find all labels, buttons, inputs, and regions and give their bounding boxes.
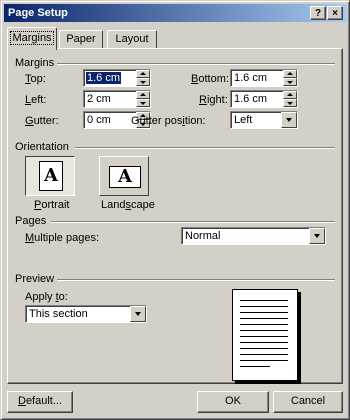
left-margin-spinner[interactable] (136, 91, 150, 107)
landscape-option[interactable]: A (99, 156, 149, 196)
spin-down-icon (283, 99, 297, 107)
multiple-pages-select[interactable]: Normal (181, 227, 326, 245)
multiple-pages-value: Normal (185, 230, 221, 242)
bottom-label: Bottom: (191, 73, 229, 85)
margins-separator (57, 63, 335, 65)
tab-margins[interactable]: Margins (7, 27, 57, 50)
bottom-margin-input[interactable]: 1.6 cm (230, 69, 298, 87)
pages-separator (51, 221, 335, 223)
portrait-option[interactable]: A (25, 156, 75, 196)
spin-up-icon (136, 91, 150, 99)
gutter-value: 0 cm (87, 114, 111, 126)
orientation-separator (75, 147, 335, 149)
chevron-down-icon[interactable] (309, 228, 325, 244)
left-margin-input[interactable]: 2 cm (83, 90, 151, 108)
margins-section-title: Margins (15, 57, 55, 69)
landscape-label: Landscape (101, 199, 155, 211)
left-label: Left: (25, 94, 47, 106)
bottom-margin-spinner[interactable] (283, 70, 297, 86)
portrait-label: Portrait (34, 199, 70, 211)
close-icon: × (332, 8, 338, 19)
preview-section-title: Preview (15, 273, 55, 285)
preview-separator (57, 279, 335, 281)
help-button[interactable]: ? (310, 6, 326, 20)
cancel-button[interactable]: Cancel (273, 391, 343, 413)
tab-paper[interactable]: Paper (59, 30, 103, 49)
apply-to-value: This section (29, 308, 88, 320)
spin-down-icon (136, 78, 150, 86)
multiple-pages-label: Multiple pages: (25, 232, 99, 244)
tab-layout-label: Layout (115, 33, 149, 45)
window-title: Page Setup (8, 7, 68, 19)
gutter-label: Gutter: (25, 115, 59, 127)
top-margin-spinner[interactable] (136, 70, 150, 86)
top-margin-value: 1.6 cm (86, 72, 122, 84)
right-label: Right: (199, 94, 228, 106)
spin-up-icon (283, 70, 297, 78)
apply-to-label: Apply to: (25, 291, 68, 303)
spin-up-icon (283, 91, 297, 99)
apply-to-select[interactable]: This section (25, 305, 147, 323)
landscape-page-icon: A (109, 166, 141, 188)
tab-margins-label: Margins (10, 31, 54, 45)
default-button[interactable]: Default... (7, 391, 73, 413)
chevron-down-icon[interactable] (130, 306, 146, 322)
bottom-margin-value: 1.6 cm (234, 72, 268, 84)
ok-button[interactable]: OK (197, 391, 269, 413)
gutter-position-label: Gutter position: (131, 115, 206, 127)
title-bar[interactable]: Page Setup ? × (4, 4, 347, 22)
pages-section-title: Pages (15, 215, 47, 227)
right-margin-input[interactable]: 1.6 cm (230, 90, 298, 108)
portrait-page-icon: A (39, 161, 63, 191)
preview-page-thumbnail (232, 289, 298, 381)
orientation-section-title: Orientation (15, 141, 69, 153)
chevron-down-icon[interactable] (281, 112, 297, 128)
spin-down-icon (136, 99, 150, 107)
tab-layout[interactable]: Layout (107, 30, 157, 49)
top-label: Top: (25, 73, 46, 85)
right-margin-spinner[interactable] (283, 91, 297, 107)
tab-paper-label: Paper (66, 33, 96, 45)
spin-down-icon (283, 78, 297, 86)
right-margin-value: 1.6 cm (234, 93, 268, 105)
left-margin-value: 2 cm (87, 93, 111, 105)
close-button[interactable]: × (327, 6, 343, 20)
top-margin-input[interactable]: 1.6 cm (83, 69, 151, 87)
page-setup-dialog: Page Setup ? × Margins Paper Layout Marg… (0, 0, 350, 420)
gutter-position-select[interactable]: Left (230, 111, 298, 129)
spin-up-icon (136, 70, 150, 78)
gutter-position-value: Left (234, 114, 253, 126)
